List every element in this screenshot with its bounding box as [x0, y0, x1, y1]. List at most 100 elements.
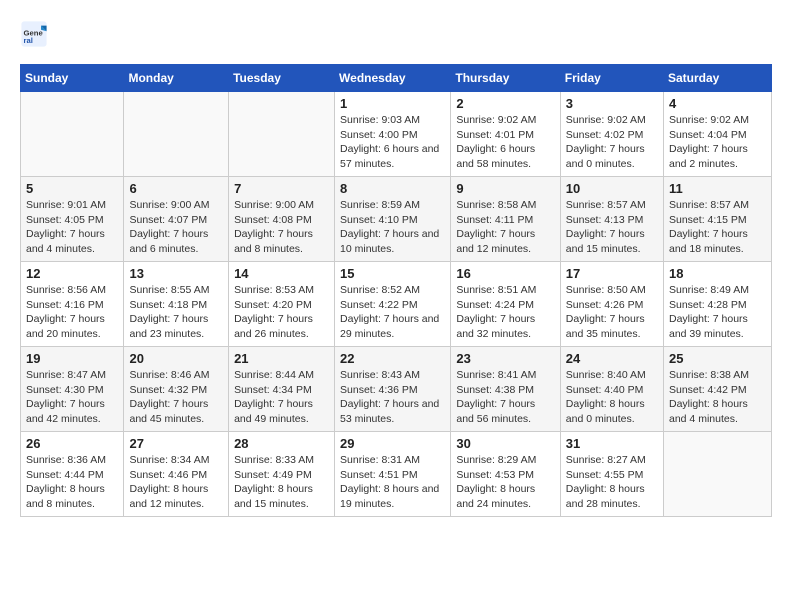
- day-number: 13: [129, 266, 223, 281]
- day-number: 6: [129, 181, 223, 196]
- day-number: 5: [26, 181, 118, 196]
- calendar-cell: 21 Sunrise: 8:44 AMSunset: 4:34 PMDayligh…: [229, 347, 335, 432]
- calendar-cell: 22Sunrise: 8:43 AMSunset: 4:36 PMDayligh…: [335, 347, 451, 432]
- day-info: Sunrise: 8:41 AMSunset: 4:38 PMDaylight:…: [456, 368, 554, 427]
- day-number: 16: [456, 266, 554, 281]
- day-info: Sunrise: 8:43 AMSunset: 4:36 PMDaylight:…: [340, 368, 445, 427]
- calendar-cell: 31 Sunrise: 8:27 AMSunset: 4:55 PMDayligh…: [560, 432, 663, 517]
- day-number: 26: [26, 436, 118, 451]
- weekday-header: Wednesday: [335, 65, 451, 92]
- day-info: Sunrise: 9:03 AMSunset: 4:00 PMDaylight:…: [340, 113, 445, 172]
- day-info: Sunrise: 8:58 AMSunset: 4:11 PMDaylight:…: [456, 198, 554, 257]
- day-number: 2: [456, 96, 554, 111]
- day-number: 17: [566, 266, 658, 281]
- calendar-cell: 15Sunrise: 8:52 AMSunset: 4:22 PMDayligh…: [335, 262, 451, 347]
- day-number: 8: [340, 181, 445, 196]
- calendar-cell: 7 Sunrise: 9:00 AMSunset: 4:08 PMDaylight…: [229, 177, 335, 262]
- calendar-cell: 27 Sunrise: 8:34 AMSunset: 4:46 PMDayligh…: [124, 432, 229, 517]
- day-info: Sunrise: 8:47 AMSunset: 4:30 PMDaylight:…: [26, 368, 118, 427]
- day-number: 25: [669, 351, 766, 366]
- calendar-cell: 19 Sunrise: 8:47 AMSunset: 4:30 PMDayligh…: [21, 347, 124, 432]
- day-number: 1: [340, 96, 445, 111]
- calendar-cell: 30 Sunrise: 8:29 AMSunset: 4:53 PMDayligh…: [451, 432, 560, 517]
- calendar-cell: 9 Sunrise: 8:58 AMSunset: 4:11 PMDaylight…: [451, 177, 560, 262]
- calendar-cell: 13 Sunrise: 8:55 AMSunset: 4:18 PMDayligh…: [124, 262, 229, 347]
- calendar-cell: 12 Sunrise: 8:56 AMSunset: 4:16 PMDayligh…: [21, 262, 124, 347]
- calendar-cell: 26 Sunrise: 8:36 AMSunset: 4:44 PMDayligh…: [21, 432, 124, 517]
- day-info: Sunrise: 8:29 AMSunset: 4:53 PMDaylight:…: [456, 453, 554, 512]
- day-info: Sunrise: 8:27 AMSunset: 4:55 PMDaylight:…: [566, 453, 658, 512]
- calendar-week-row: 19 Sunrise: 8:47 AMSunset: 4:30 PMDayligh…: [21, 347, 772, 432]
- day-info: Sunrise: 8:34 AMSunset: 4:46 PMDaylight:…: [129, 453, 223, 512]
- weekday-header: Friday: [560, 65, 663, 92]
- calendar-week-row: 12 Sunrise: 8:56 AMSunset: 4:16 PMDayligh…: [21, 262, 772, 347]
- svg-text:ral: ral: [24, 36, 33, 45]
- calendar-cell: 5 Sunrise: 9:01 AMSunset: 4:05 PMDaylight…: [21, 177, 124, 262]
- day-info: Sunrise: 8:51 AMSunset: 4:24 PMDaylight:…: [456, 283, 554, 342]
- calendar-cell: 8 Sunrise: 8:59 AMSunset: 4:10 PMDaylight…: [335, 177, 451, 262]
- day-number: 9: [456, 181, 554, 196]
- calendar-cell: 1 Sunrise: 9:03 AMSunset: 4:00 PMDaylight…: [335, 92, 451, 177]
- weekday-header: Thursday: [451, 65, 560, 92]
- day-info: Sunrise: 8:50 AMSunset: 4:26 PMDaylight:…: [566, 283, 658, 342]
- day-info: Sunrise: 9:02 AMSunset: 4:04 PMDaylight:…: [669, 113, 766, 172]
- day-info: Sunrise: 8:31 AMSunset: 4:51 PMDaylight:…: [340, 453, 445, 512]
- day-info: Sunrise: 8:55 AMSunset: 4:18 PMDaylight:…: [129, 283, 223, 342]
- day-number: 27: [129, 436, 223, 451]
- calendar-cell: 29Sunrise: 8:31 AMSunset: 4:51 PMDayligh…: [335, 432, 451, 517]
- logo-icon: Gene ral: [20, 20, 48, 48]
- day-info: Sunrise: 9:01 AMSunset: 4:05 PMDaylight:…: [26, 198, 118, 257]
- calendar-cell: [124, 92, 229, 177]
- calendar-cell: 4 Sunrise: 9:02 AMSunset: 4:04 PMDaylight…: [664, 92, 772, 177]
- day-number: 12: [26, 266, 118, 281]
- day-number: 11: [669, 181, 766, 196]
- weekday-header: Saturday: [664, 65, 772, 92]
- calendar-cell: [664, 432, 772, 517]
- day-number: 18: [669, 266, 766, 281]
- calendar-cell: 18 Sunrise: 8:49 AMSunset: 4:28 PMDayligh…: [664, 262, 772, 347]
- calendar-cell: 10Sunrise: 8:57 AMSunset: 4:13 PMDayligh…: [560, 177, 663, 262]
- day-info: Sunrise: 8:59 AMSunset: 4:10 PMDaylight:…: [340, 198, 445, 257]
- day-info: Sunrise: 8:49 AMSunset: 4:28 PMDaylight:…: [669, 283, 766, 342]
- calendar-cell: [21, 92, 124, 177]
- weekday-header: Tuesday: [229, 65, 335, 92]
- day-info: Sunrise: 9:00 AMSunset: 4:08 PMDaylight:…: [234, 198, 329, 257]
- day-number: 4: [669, 96, 766, 111]
- calendar-cell: 3Sunrise: 9:02 AMSunset: 4:02 PMDaylight…: [560, 92, 663, 177]
- calendar-cell: 6 Sunrise: 9:00 AMSunset: 4:07 PMDaylight…: [124, 177, 229, 262]
- day-number: 31: [566, 436, 658, 451]
- day-number: 19: [26, 351, 118, 366]
- day-info: Sunrise: 8:44 AMSunset: 4:34 PMDaylight:…: [234, 368, 329, 427]
- day-info: Sunrise: 8:56 AMSunset: 4:16 PMDaylight:…: [26, 283, 118, 342]
- day-number: 30: [456, 436, 554, 451]
- day-info: Sunrise: 8:36 AMSunset: 4:44 PMDaylight:…: [26, 453, 118, 512]
- calendar-cell: 20 Sunrise: 8:46 AMSunset: 4:32 PMDayligh…: [124, 347, 229, 432]
- weekday-header: Sunday: [21, 65, 124, 92]
- day-info: Sunrise: 8:33 AMSunset: 4:49 PMDaylight:…: [234, 453, 329, 512]
- day-number: 20: [129, 351, 223, 366]
- calendar-cell: [229, 92, 335, 177]
- calendar-table: SundayMondayTuesdayWednesdayThursdayFrid…: [20, 64, 772, 517]
- calendar-cell: 28 Sunrise: 8:33 AMSunset: 4:49 PMDayligh…: [229, 432, 335, 517]
- day-number: 28: [234, 436, 329, 451]
- calendar-cell: 24 Sunrise: 8:40 AMSunset: 4:40 PMDayligh…: [560, 347, 663, 432]
- day-info: Sunrise: 8:46 AMSunset: 4:32 PMDaylight:…: [129, 368, 223, 427]
- calendar-cell: 16 Sunrise: 8:51 AMSunset: 4:24 PMDayligh…: [451, 262, 560, 347]
- weekday-header: Monday: [124, 65, 229, 92]
- day-info: Sunrise: 8:57 AMSunset: 4:15 PMDaylight:…: [669, 198, 766, 257]
- day-info: Sunrise: 9:02 AMSunset: 4:02 PMDaylight:…: [566, 113, 658, 172]
- day-number: 21: [234, 351, 329, 366]
- calendar-cell: 14Sunrise: 8:53 AMSunset: 4:20 PMDayligh…: [229, 262, 335, 347]
- day-info: Sunrise: 8:38 AMSunset: 4:42 PMDaylight:…: [669, 368, 766, 427]
- day-info: Sunrise: 9:02 AMSunset: 4:01 PMDaylight:…: [456, 113, 554, 172]
- calendar-cell: 25 Sunrise: 8:38 AMSunset: 4:42 PMDayligh…: [664, 347, 772, 432]
- day-number: 24: [566, 351, 658, 366]
- day-number: 7: [234, 181, 329, 196]
- day-number: 15: [340, 266, 445, 281]
- calendar-cell: 11 Sunrise: 8:57 AMSunset: 4:15 PMDayligh…: [664, 177, 772, 262]
- day-info: Sunrise: 9:00 AMSunset: 4:07 PMDaylight:…: [129, 198, 223, 257]
- calendar-week-row: 1 Sunrise: 9:03 AMSunset: 4:00 PMDaylight…: [21, 92, 772, 177]
- day-info: Sunrise: 8:40 AMSunset: 4:40 PMDaylight:…: [566, 368, 658, 427]
- day-number: 10: [566, 181, 658, 196]
- logo: Gene ral: [20, 20, 52, 48]
